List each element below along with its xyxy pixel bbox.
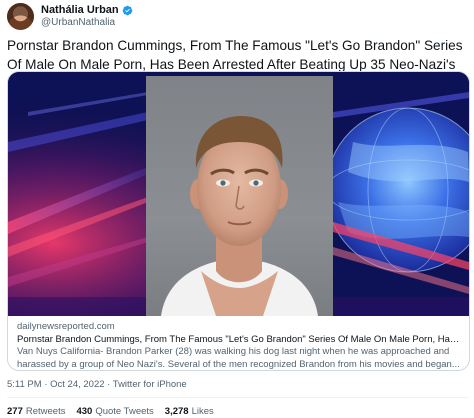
- likes-label: Likes: [191, 406, 214, 417]
- retweets-label: Retweets: [25, 406, 66, 417]
- author-handle[interactable]: @UrbanNathalia: [41, 17, 115, 28]
- tweet: Nathália Urban @UrbanNathalia Pornstar B…: [0, 0, 474, 418]
- avatar[interactable]: [7, 3, 34, 30]
- author-display-name[interactable]: Nathália Urban: [41, 4, 119, 16]
- quote-tweets-count: 430: [76, 406, 93, 417]
- card-domain: dailynewsreported.com: [17, 321, 115, 332]
- engagement-stats: 277 Retweets 430 Quote Tweets 3,278 Like…: [7, 406, 214, 417]
- tweet-timestamp[interactable]: 5:11 PM · Oct 24, 2022 · Twitter for iPh…: [7, 379, 187, 390]
- link-card[interactable]: dailynewsreported.com Pornstar Brandon C…: [7, 71, 470, 371]
- quote-tweets-stat[interactable]: 430 Quote Tweets: [76, 406, 153, 417]
- retweets-count: 277: [7, 406, 23, 417]
- card-title: Pornstar Brandon Cummings, From The Famo…: [17, 334, 463, 345]
- likes-stat[interactable]: 3,278 Likes: [165, 406, 214, 417]
- card-description: Van Nuys California- Brandon Parker (28)…: [17, 346, 460, 370]
- retweets-stat[interactable]: 277 Retweets: [7, 406, 65, 417]
- quote-tweets-label: Quote Tweets: [95, 406, 154, 417]
- card-meta[interactable]: dailynewsreported.com Pornstar Brandon C…: [17, 320, 463, 370]
- portrait-illustration: [161, 116, 318, 316]
- verified-badge-icon: [122, 5, 132, 15]
- card-image[interactable]: [8, 72, 469, 316]
- divider: [7, 397, 468, 398]
- author-name-row: Nathália Urban: [41, 4, 133, 16]
- likes-count: 3,278: [164, 406, 189, 417]
- tweet-text: Pornstar Brandon Cummings, From The Famo…: [7, 38, 463, 72]
- mugshot-photo: [146, 76, 333, 316]
